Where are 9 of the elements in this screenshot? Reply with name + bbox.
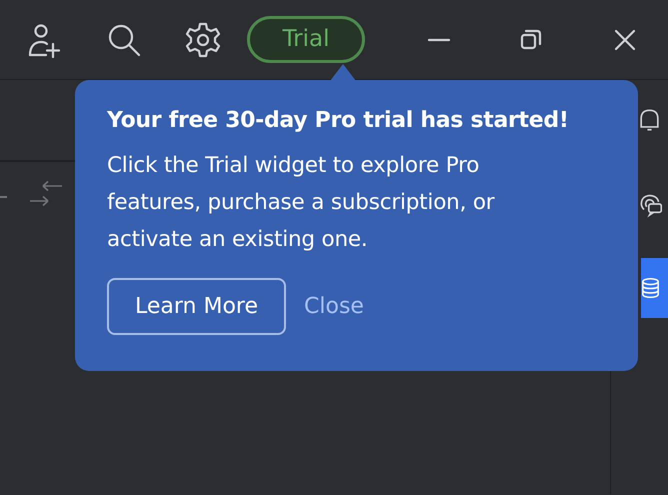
dash-mark xyxy=(0,196,7,198)
popup-title: Your free 30-day Pro trial has started! xyxy=(107,107,570,135)
trial-button[interactable]: Trial xyxy=(247,16,365,63)
database-tab[interactable] xyxy=(641,258,668,318)
settings-icon[interactable] xyxy=(185,22,221,58)
add-user-icon[interactable] xyxy=(26,22,62,58)
close-link[interactable]: Close xyxy=(286,280,382,333)
learn-more-button[interactable]: Learn More xyxy=(107,278,286,335)
popup-message: Click the Trial widget to explore Pro features, purchase a subscription, or activate an existing one. xyxy=(107,152,496,254)
